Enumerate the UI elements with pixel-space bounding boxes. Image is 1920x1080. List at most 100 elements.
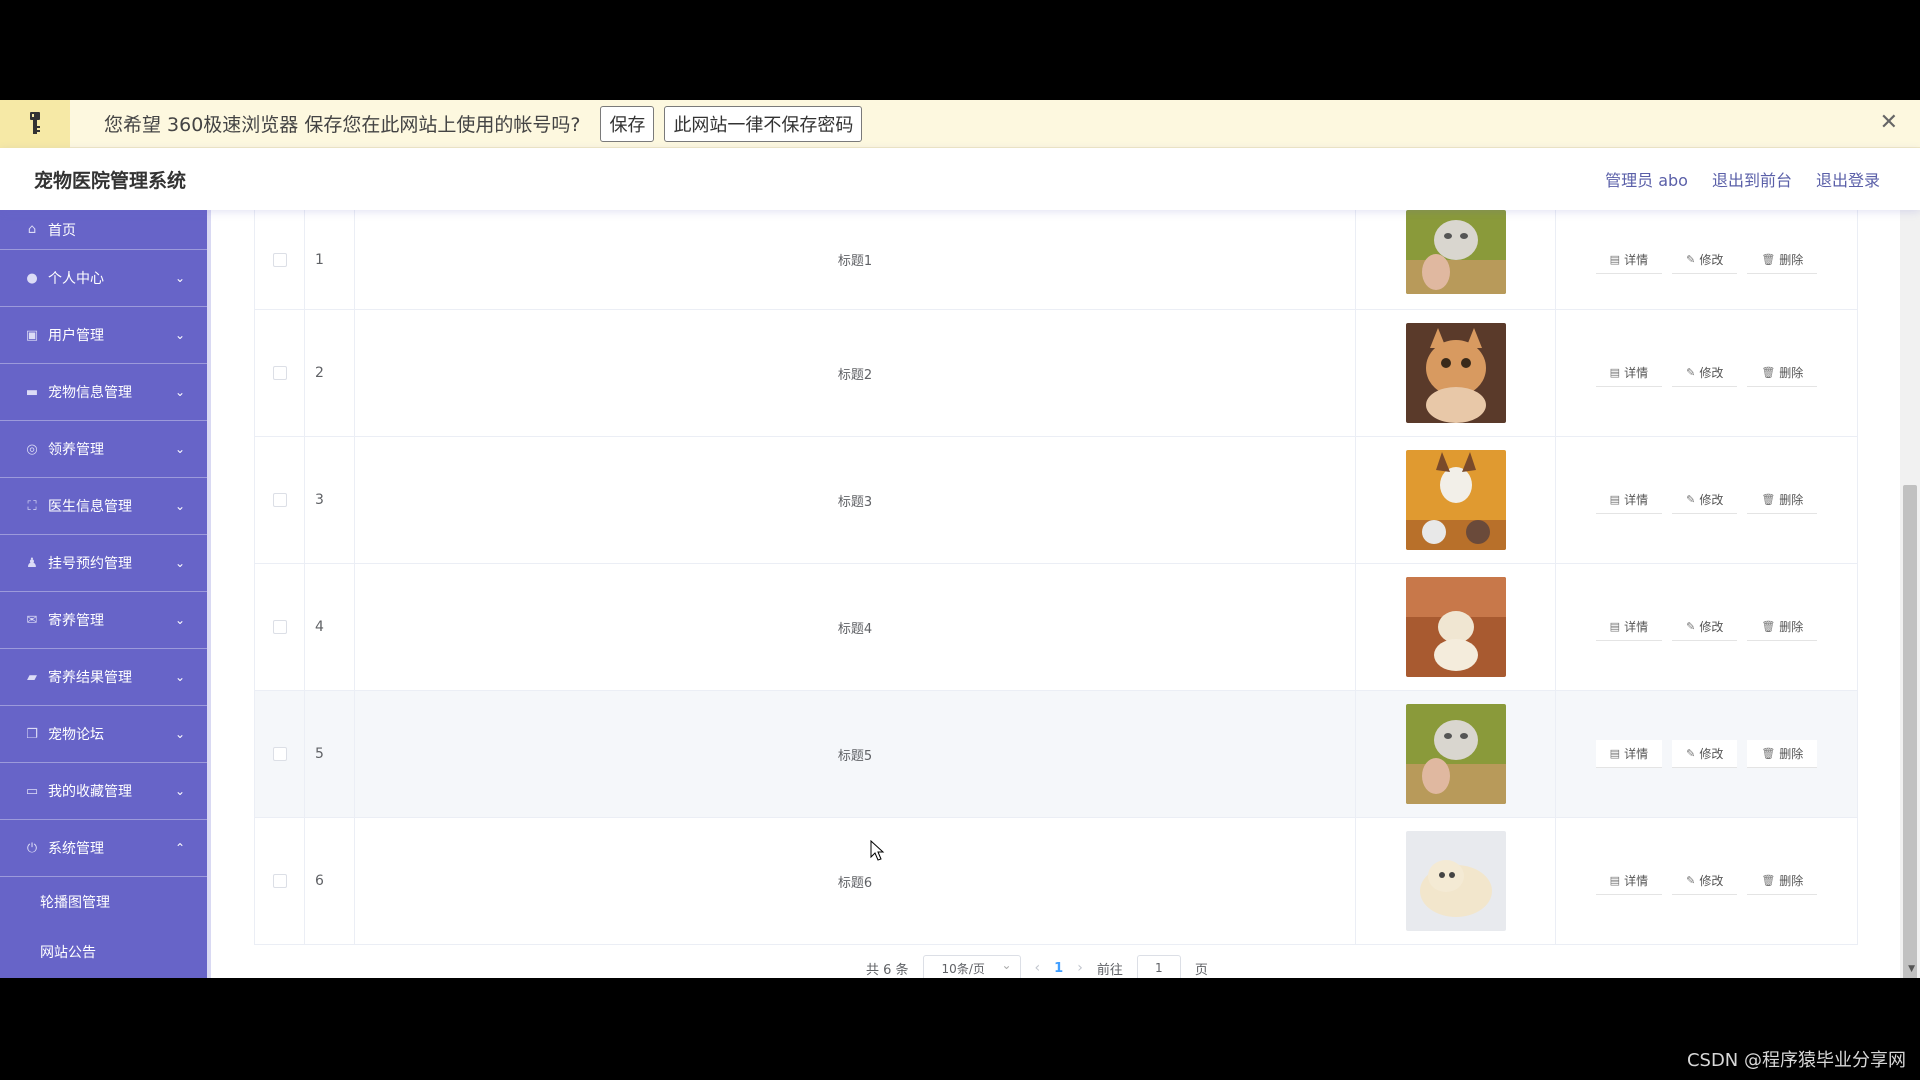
scrollbar[interactable]: ▼ [1900, 210, 1920, 978]
chevron-down-icon: ⌄ [174, 499, 185, 513]
pencil-icon: ✎ [1686, 620, 1696, 633]
edit-button[interactable]: ✎ 修改 [1672, 613, 1738, 641]
row-checkbox[interactable] [272, 252, 287, 267]
total-count: 共 6 条 [866, 962, 909, 978]
sidebar-item-boarding-results[interactable]: ▰ 寄养结果管理 ⌄ [0, 649, 207, 706]
table-row: 6 标题6 ▤ 详情 ✎ 修改 🗑 删除 [255, 818, 1857, 945]
document-icon: ▤ [1609, 620, 1621, 633]
sidebar-item-label: 挂号预约管理 [48, 556, 132, 572]
trash-icon: 🗑 [1761, 493, 1776, 506]
row-index: 4 [305, 564, 355, 690]
trash-icon: 🗑 [1761, 366, 1776, 379]
goto-suffix: 页 [1194, 962, 1208, 978]
sidebar-item-adoption[interactable]: ◎ 领养管理 ⌄ [0, 421, 207, 478]
scroll-down-icon[interactable]: ▼ [1908, 964, 1915, 974]
sidebar-item-pet-info[interactable]: ▬ 宠物信息管理 ⌄ [0, 364, 207, 421]
edit-button[interactable]: ✎ 修改 [1672, 246, 1738, 274]
data-table: 1 标题1 ▤ 详情 ✎ 修改 🗑 删除 2 标题2 ▤ 详情 ✎ 修改 🗑 删… [254, 210, 1858, 945]
sidebar-item-home[interactable]: ⌂ 首页 [0, 210, 207, 250]
document-icon: ▤ [1609, 874, 1621, 887]
delete-button[interactable]: 🗑 删除 [1747, 359, 1818, 387]
chevron-down-icon: ⌄ [174, 556, 185, 570]
detail-button[interactable]: ▤ 详情 [1595, 246, 1663, 274]
pencil-icon: ✎ [1686, 874, 1696, 887]
password-save-bar: 您希望 360极速浏览器 保存您在此网站上使用的帐号吗? 保存 此网站一律不保存… [0, 100, 1920, 148]
mail-icon: ✉ [26, 612, 38, 628]
page-number[interactable]: 1 [1054, 961, 1063, 976]
sidebar-item-profile[interactable]: ● 个人中心 ⌄ [0, 250, 207, 307]
detail-button[interactable]: ▤ 详情 [1595, 486, 1663, 514]
detail-button[interactable]: ▤ 详情 [1595, 359, 1663, 387]
sidebar-item-doctors[interactable]: ⛶ 医生信息管理 ⌄ [0, 478, 207, 535]
chevron-down-icon: ⌄ [174, 328, 185, 342]
delete-button[interactable]: 🗑 删除 [1747, 740, 1818, 768]
chevron-down-icon: ⌄ [174, 613, 185, 627]
message-icon: ▭ [25, 783, 39, 799]
sidebar-item-boarding[interactable]: ✉ 寄养管理 ⌄ [0, 592, 207, 649]
sidebar-item-users[interactable]: ▣ 用户管理 ⌄ [0, 307, 207, 364]
row-index: 1 [305, 210, 355, 309]
row-index: 3 [305, 437, 355, 563]
sidebar-item-forum[interactable]: ❐ 宠物论坛 ⌄ [0, 706, 207, 763]
delete-button[interactable]: 🗑 删除 [1747, 486, 1818, 514]
row-index: 6 [305, 818, 355, 944]
sidebar-item-label: 医生信息管理 [48, 499, 132, 515]
app-title: 宠物医院管理系统 [34, 169, 187, 192]
detail-button[interactable]: ▤ 详情 [1595, 613, 1663, 641]
exit-to-frontend-link[interactable]: 退出到前台 [1712, 167, 1792, 191]
row-title: 标题6 [355, 818, 1356, 944]
row-checkbox[interactable] [272, 620, 287, 634]
never-save-button[interactable]: 此网站一律不保存密码 [664, 105, 863, 142]
prev-page-icon[interactable]: ‹ [1035, 960, 1041, 976]
save-password-button[interactable]: 保存 [600, 105, 655, 142]
scrollbar-thumb[interactable] [1903, 485, 1917, 978]
chevron-down-icon: ⌄ [174, 784, 185, 798]
detail-button[interactable]: ▤ 详情 [1595, 867, 1663, 895]
sidebar-item-label: 领养管理 [48, 442, 104, 458]
detail-button[interactable]: ▤ 详情 [1595, 740, 1663, 768]
delete-button[interactable]: 🗑 删除 [1747, 867, 1818, 895]
pet-image [1405, 577, 1506, 677]
sidebar-item-label: 宠物论坛 [48, 727, 104, 743]
monitor-icon: ▬ [25, 384, 39, 400]
row-checkbox[interactable] [272, 874, 287, 888]
document-icon: ▤ [1609, 366, 1621, 379]
row-checkbox[interactable] [272, 747, 287, 761]
sidebar-item-system[interactable]: ⏻ 系统管理 ⌃ [0, 820, 207, 877]
edit-button[interactable]: ✎ 修改 [1672, 740, 1738, 768]
next-page-icon[interactable]: › [1077, 960, 1083, 976]
table-row: 2 标题2 ▤ 详情 ✎ 修改 🗑 删除 [255, 310, 1857, 437]
row-checkbox[interactable] [272, 366, 287, 380]
row-title: 标题1 [355, 210, 1356, 309]
browser-viewport: 您希望 360极速浏览器 保存您在此网站上使用的帐号吗? 保存 此网站一律不保存… [0, 100, 1920, 978]
pet-image [1405, 704, 1506, 804]
edit-button[interactable]: ✎ 修改 [1672, 486, 1738, 514]
sidebar-item-appointments[interactable]: ♟ 挂号预约管理 ⌄ [0, 535, 207, 592]
edit-button[interactable]: ✎ 修改 [1672, 867, 1738, 895]
person-icon: ♟ [26, 555, 38, 571]
admin-user-label[interactable]: 管理员 abo [1605, 167, 1688, 191]
row-checkbox[interactable] [272, 493, 287, 507]
goto-page-input[interactable]: 1 [1136, 955, 1181, 978]
sidebar-item-label: 首页 [48, 222, 76, 239]
app-header: 宠物医院管理系统 管理员 abo 退出到前台 退出登录 [0, 148, 1920, 210]
sidebar-subitem-announcements[interactable]: 网站公告 [0, 927, 207, 977]
logout-link[interactable]: 退出登录 [1816, 167, 1880, 191]
frame-icon: ⛶ [27, 498, 37, 514]
pagination: 共 6 条 10条/页 ‹ 1 › 前往 1 页 [866, 955, 1208, 978]
main-content: 1 标题1 ▤ 详情 ✎ 修改 🗑 删除 2 标题2 ▤ 详情 ✎ 修改 🗑 删… [211, 210, 1900, 978]
sidebar-item-label: 寄养管理 [48, 613, 104, 629]
sidebar: ⌂ 首页 ● 个人中心 ⌄ ▣ 用户管理 ⌄ ▬ 宠物信息管理 ⌄ ◎ 领养管理… [0, 210, 207, 978]
edit-button[interactable]: ✎ 修改 [1672, 359, 1738, 387]
page-size-select[interactable]: 10条/页 [922, 955, 1021, 978]
close-icon[interactable]: ✕ [1880, 110, 1898, 135]
sidebar-subitem-carousel[interactable]: 轮播图管理 [0, 877, 207, 927]
home-icon: ⌂ [27, 222, 37, 237]
delete-button[interactable]: 🗑 删除 [1747, 613, 1818, 641]
trash-icon: 🗑 [1761, 874, 1776, 887]
trash-icon: 🗑 [1761, 620, 1776, 633]
pet-image [1405, 450, 1506, 550]
row-title: 标题2 [355, 310, 1356, 436]
delete-button[interactable]: 🗑 删除 [1747, 246, 1818, 274]
sidebar-item-favorites[interactable]: ▭ 我的收藏管理 ⌄ [0, 763, 207, 820]
